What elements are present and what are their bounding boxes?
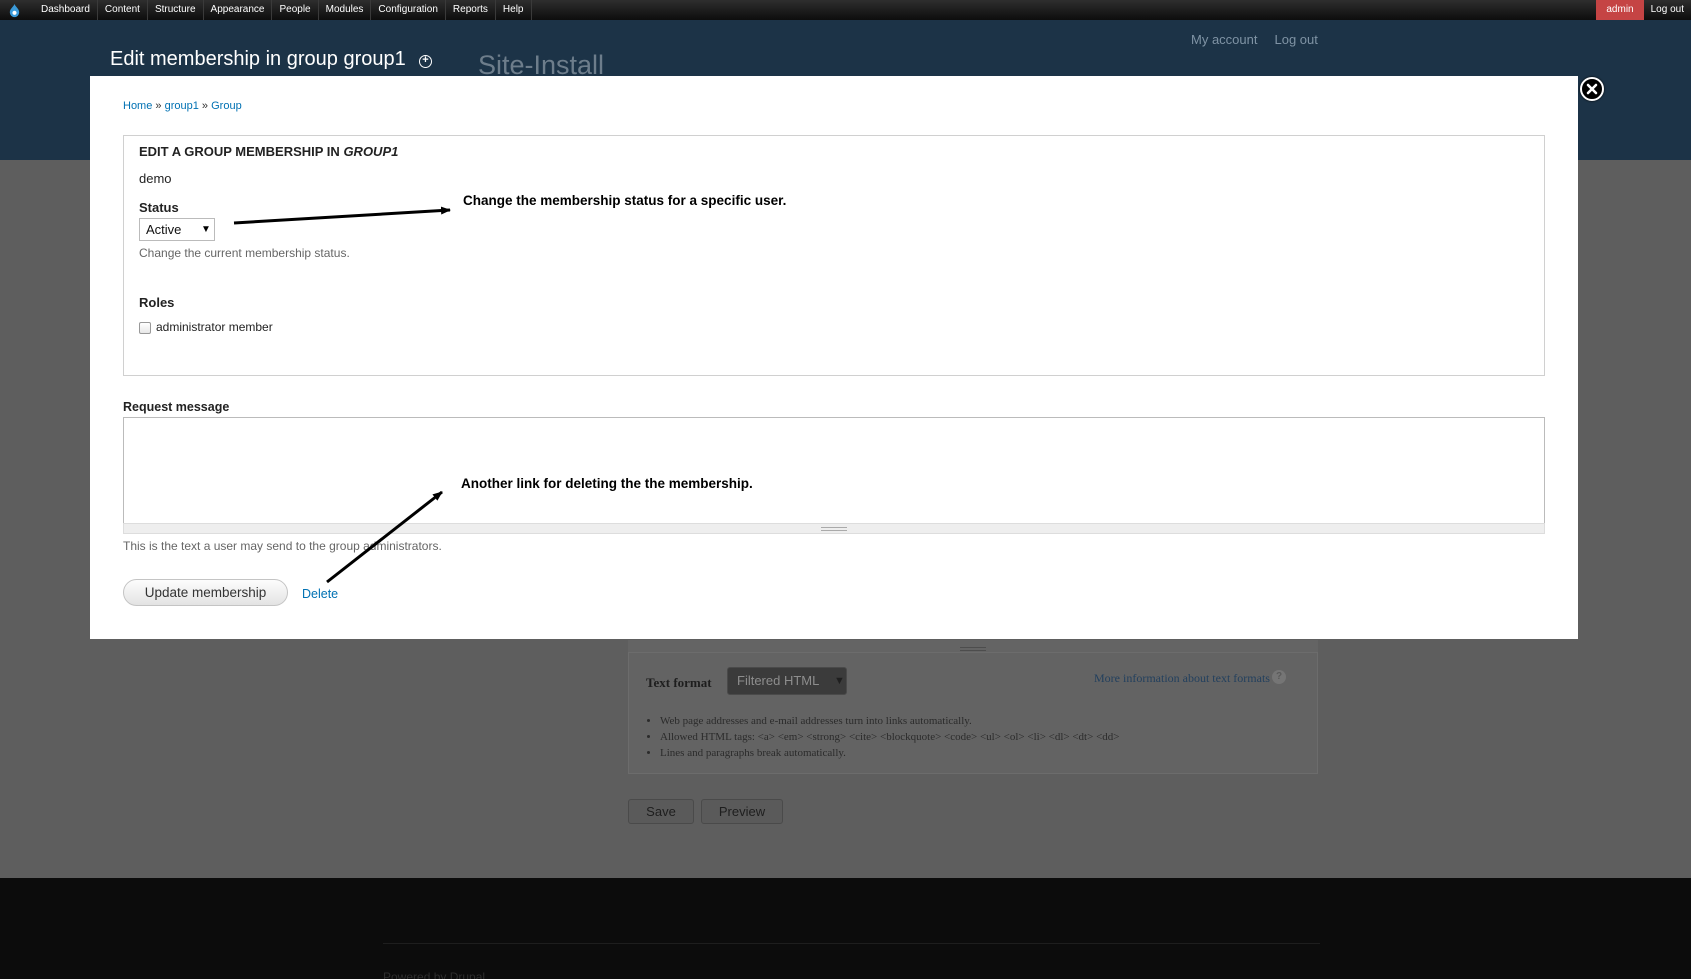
request-message-description: This is the text a user may send to the … bbox=[123, 539, 442, 553]
text-format-tips: Web page addresses and e-mail addresses … bbox=[660, 713, 1119, 761]
toolbar-user-menu: admin Log out bbox=[1596, 0, 1691, 20]
status-description: Change the current membership status. bbox=[139, 246, 350, 260]
save-button[interactable]: Save bbox=[628, 799, 694, 824]
legend-text: Edit a group membership in bbox=[139, 144, 340, 159]
administrator-member-checkbox[interactable] bbox=[139, 322, 151, 334]
delete-link[interactable]: Delete bbox=[302, 587, 338, 601]
administrator-member-label[interactable]: administrator member bbox=[156, 320, 273, 334]
grip-handle-icon bbox=[960, 647, 986, 651]
toolbar-item-people[interactable]: People bbox=[272, 0, 319, 20]
breadcrumb-home[interactable]: Home bbox=[123, 100, 152, 112]
toolbar-item-dashboard[interactable]: Dashboard bbox=[34, 0, 98, 20]
list-item: Web page addresses and e-mail addresses … bbox=[660, 713, 1119, 729]
breadcrumb-group[interactable]: Group bbox=[211, 100, 242, 112]
overlay-title: Edit membership in group group1 bbox=[110, 48, 406, 70]
secondary-menu: My account Log out bbox=[1191, 32, 1318, 47]
header-logout-link[interactable]: Log out bbox=[1274, 32, 1317, 47]
dropdown-arrow-icon: ▼ bbox=[834, 675, 845, 687]
toolbar-user-name[interactable]: admin bbox=[1596, 0, 1644, 20]
drupal-home-icon[interactable] bbox=[7, 3, 22, 18]
roles-label: Roles bbox=[139, 295, 175, 310]
footer-divider bbox=[383, 943, 1320, 944]
powered-by-text[interactable]: Powered by Drupal bbox=[383, 970, 485, 979]
text-format-select[interactable]: Filtered HTML bbox=[727, 667, 847, 695]
admin-toolbar: Dashboard Content Structure Appearance P… bbox=[0, 0, 1691, 20]
toolbar-item-reports[interactable]: Reports bbox=[446, 0, 496, 20]
list-item: Allowed HTML tags: <a> <em> <strong> <ci… bbox=[660, 729, 1119, 745]
status-label: Status bbox=[139, 200, 179, 215]
member-name: demo bbox=[139, 171, 172, 186]
toolbar-item-help[interactable]: Help bbox=[496, 0, 532, 20]
help-icon[interactable]: ? bbox=[1272, 670, 1286, 684]
text-format-label: Text format bbox=[646, 675, 712, 690]
add-shortcut-icon[interactable]: + bbox=[419, 55, 432, 68]
chevron-down-icon: ▼ bbox=[201, 224, 211, 235]
toolbar-item-modules[interactable]: Modules bbox=[319, 0, 372, 20]
my-account-link[interactable]: My account bbox=[1191, 32, 1257, 47]
list-item: Lines and paragraphs break automatically… bbox=[660, 745, 1119, 761]
close-icon[interactable] bbox=[1580, 77, 1604, 101]
breadcrumb-separator: » bbox=[201, 100, 209, 112]
toolbar-menu: Dashboard Content Structure Appearance P… bbox=[34, 0, 532, 20]
text-format-help-link[interactable]: More information about text formats bbox=[1094, 671, 1270, 686]
toolbar-item-structure[interactable]: Structure bbox=[148, 0, 204, 20]
request-message-textarea[interactable] bbox=[123, 417, 1545, 524]
legend-group-name: group1 bbox=[343, 144, 399, 159]
toolbar-logout-link[interactable]: Log out bbox=[1644, 0, 1691, 20]
toolbar-item-appearance[interactable]: Appearance bbox=[204, 0, 273, 20]
status-annotation: Change the membership status for a speci… bbox=[463, 193, 787, 208]
preview-button[interactable]: Preview bbox=[701, 799, 783, 824]
fieldset-legend: Edit a group membership in group1 bbox=[139, 144, 398, 159]
page-footer bbox=[0, 878, 1691, 979]
breadcrumb-separator: » bbox=[155, 100, 162, 112]
breadcrumb-group1[interactable]: group1 bbox=[165, 100, 199, 112]
request-message-label: Request message bbox=[123, 400, 230, 414]
grip-handle-icon bbox=[821, 527, 847, 531]
toolbar-item-content[interactable]: Content bbox=[98, 0, 148, 20]
update-membership-button[interactable]: Update membership bbox=[123, 579, 288, 606]
delete-annotation: Another link for deleting the the member… bbox=[461, 476, 753, 491]
toolbar-item-configuration[interactable]: Configuration bbox=[371, 0, 446, 20]
breadcrumb: Home » group1 » Group bbox=[123, 100, 242, 112]
